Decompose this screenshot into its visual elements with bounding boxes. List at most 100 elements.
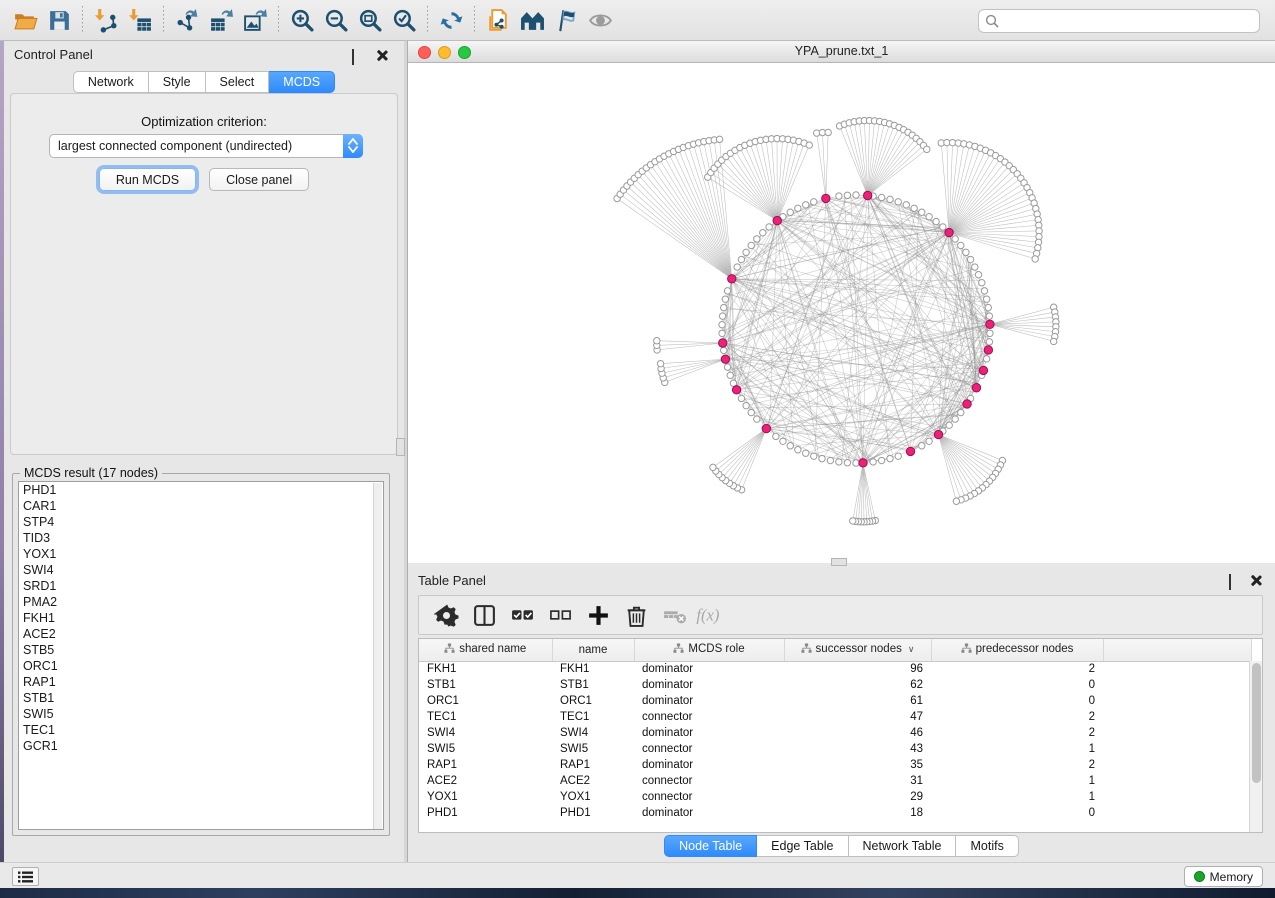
satellite-node[interactable] — [716, 136, 722, 142]
mcds-list-scrollbar[interactable] — [373, 483, 382, 830]
ring-node[interactable] — [811, 453, 817, 459]
ring-node[interactable] — [878, 457, 884, 463]
ring-node[interactable] — [773, 433, 779, 439]
mcds-result-item[interactable]: ORC1 — [19, 658, 383, 674]
ring-node[interactable] — [975, 272, 981, 278]
network-window-titlebar[interactable]: YPA_prune.txt_1 — [408, 41, 1275, 63]
close-panel-button[interactable]: Close panel — [209, 168, 309, 191]
mcds-result-item[interactable]: STB5 — [19, 642, 383, 658]
mcds-result-item[interactable]: SWI4 — [19, 562, 383, 578]
column-manager-button[interactable] — [465, 600, 503, 630]
ring-node[interactable] — [787, 443, 793, 449]
ring-node[interactable] — [919, 209, 925, 215]
export-table-button[interactable] — [204, 5, 238, 35]
tab-motifs[interactable]: Motifs — [956, 835, 1018, 857]
tab-network-table[interactable]: Network Table — [849, 835, 957, 857]
ring-node[interactable] — [743, 402, 749, 408]
column-header-successor-nodes[interactable]: successor nodes∨ — [784, 639, 931, 661]
ring-node[interactable] — [719, 322, 725, 328]
tab-style[interactable]: Style — [149, 71, 206, 93]
vertical-splitter-handle[interactable] — [396, 438, 405, 456]
table-row[interactable]: PHD1PHD1dominator180 — [419, 805, 1251, 821]
memory-button[interactable]: Memory — [1184, 866, 1263, 887]
zoom-out-button[interactable] — [319, 5, 353, 35]
table-scrollbar[interactable] — [1249, 661, 1262, 832]
mcds-hub-node[interactable] — [986, 320, 994, 328]
zoom-selected-button[interactable] — [387, 5, 421, 35]
tab-network[interactable]: Network — [73, 71, 149, 93]
column-header-MCDS-role[interactable]: MCDS role — [634, 639, 784, 661]
ring-node[interactable] — [952, 416, 958, 422]
ring-node[interactable] — [926, 213, 932, 219]
show-panels-menu-button[interactable] — [12, 867, 39, 886]
network-graph[interactable] — [408, 63, 1275, 563]
mcds-hub-node[interactable] — [719, 339, 727, 347]
ring-node[interactable] — [986, 339, 992, 345]
ring-node[interactable] — [958, 409, 964, 415]
ring-node[interactable] — [967, 256, 973, 262]
ring-node[interactable] — [853, 192, 859, 198]
ring-node[interactable] — [926, 438, 932, 444]
ring-node[interactable] — [911, 205, 917, 211]
mcds-result-item[interactable]: STP4 — [19, 514, 383, 530]
ring-node[interactable] — [903, 202, 909, 208]
ring-node[interactable] — [787, 209, 793, 215]
criterion-dropdown[interactable]: largest connected component (undirected) — [49, 134, 363, 158]
mcds-hub-node[interactable] — [732, 386, 740, 394]
ring-node[interactable] — [803, 450, 809, 456]
ring-node[interactable] — [727, 372, 733, 378]
mcds-hub-node[interactable] — [728, 275, 736, 283]
table-row[interactable]: FKH1FKH1dominator962 — [419, 661, 1251, 677]
ring-node[interactable] — [719, 330, 725, 336]
mcds-hub-node[interactable] — [762, 424, 770, 432]
table-row[interactable]: STB1STB1dominator620 — [419, 677, 1251, 693]
ring-node[interactable] — [819, 455, 825, 461]
ring-node[interactable] — [795, 447, 801, 453]
ring-node[interactable] — [827, 457, 833, 463]
ring-node[interactable] — [853, 460, 859, 466]
column-header-shared-name[interactable]: shared name — [419, 639, 552, 661]
satellite-node[interactable] — [1032, 256, 1038, 262]
ring-node[interactable] — [748, 409, 754, 415]
table-settings-button[interactable] — [427, 600, 465, 630]
ring-node[interactable] — [958, 242, 964, 248]
ring-node[interactable] — [766, 224, 772, 230]
float-table-panel-icon[interactable] — [1229, 575, 1241, 587]
mcds-hub-node[interactable] — [721, 355, 729, 363]
ring-node[interactable] — [836, 459, 842, 465]
import-network-button[interactable] — [89, 5, 123, 35]
ring-node[interactable] — [979, 280, 985, 286]
select-all-rows-button[interactable] — [503, 600, 541, 630]
mcds-hub-node[interactable] — [963, 400, 971, 408]
table-scrollbar-thumb[interactable] — [1252, 663, 1261, 783]
float-panel-icon[interactable] — [352, 50, 364, 62]
table-row[interactable]: SWI5SWI5connector431 — [419, 741, 1251, 757]
ring-node[interactable] — [844, 192, 850, 198]
ring-node[interactable] — [760, 230, 766, 236]
mcds-result-item[interactable]: PMA2 — [19, 594, 383, 610]
column-header-name[interactable]: name — [552, 639, 634, 661]
open-file-button[interactable] — [8, 5, 42, 35]
ring-node[interactable] — [895, 199, 901, 205]
mcds-result-item[interactable]: PHD1 — [19, 482, 383, 498]
ring-node[interactable] — [972, 264, 978, 270]
search-box[interactable] — [978, 9, 1260, 33]
ring-node[interactable] — [738, 395, 744, 401]
mcds-result-item[interactable]: STB1 — [19, 690, 383, 706]
close-panel-icon[interactable] — [376, 49, 388, 61]
ring-node[interactable] — [743, 249, 749, 255]
ring-node[interactable] — [721, 304, 727, 310]
satellite-node[interactable] — [953, 498, 959, 504]
horizontal-splitter-handle[interactable] — [831, 558, 847, 566]
ring-node[interactable] — [933, 218, 939, 224]
table-row[interactable]: TEC1TEC1connector472 — [419, 709, 1251, 725]
satellite-node[interactable] — [1050, 338, 1056, 344]
ring-node[interactable] — [734, 264, 740, 270]
satellite-node[interactable] — [924, 146, 930, 152]
ring-node[interactable] — [722, 296, 728, 302]
hide-selected-button[interactable] — [549, 5, 583, 35]
tab-select[interactable]: Select — [206, 71, 270, 93]
ring-node[interactable] — [887, 455, 893, 461]
ring-node[interactable] — [983, 296, 989, 302]
run-mcds-button[interactable]: Run MCDS — [99, 168, 196, 191]
